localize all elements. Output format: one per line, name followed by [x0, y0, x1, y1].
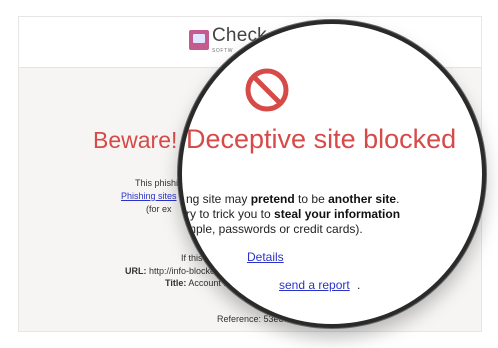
deceptive-site-headline: Deceptive site blocked [186, 124, 457, 154]
warning-line-3: mple, passwords or credit cards). [186, 222, 363, 236]
reference-label: Reference: [217, 314, 262, 324]
details-link[interactable]: Details [247, 250, 284, 264]
pretend-emphasis: pretend [250, 192, 295, 206]
warning-line-2: ry to trick you to steal your informatio… [186, 207, 400, 221]
warning-text-c: to be [294, 192, 329, 206]
url-label: URL: [125, 266, 147, 276]
send-report-tail: . [357, 278, 361, 292]
phishing-sites-link[interactable]: Phishing sites [121, 191, 177, 201]
beware-heading: Beware! [93, 127, 178, 153]
send-report-link[interactable]: send a report [279, 278, 350, 292]
background-line-3: (for ex [146, 204, 172, 214]
title-label: Title: [165, 278, 187, 288]
another-site-emphasis: another site [328, 192, 397, 206]
steal-info-emphasis: steal your information [274, 207, 401, 221]
blocked-icon [245, 68, 289, 112]
warning-text-2a: ry to trick you to [186, 207, 275, 221]
warning-text-e: . [396, 192, 400, 206]
logo-icon [189, 30, 209, 50]
url-row: URL: http://info-blocked [125, 266, 220, 276]
warning-text-a: ng site may [186, 192, 251, 206]
magnifier-lens: Deceptive site blocked ng site may prete… [178, 20, 486, 328]
logo-subtitle: SOFTW [212, 48, 234, 54]
background-line-1: This phishin [135, 178, 184, 188]
warning-line-1: ng site may pretend to be another site. [186, 192, 399, 206]
